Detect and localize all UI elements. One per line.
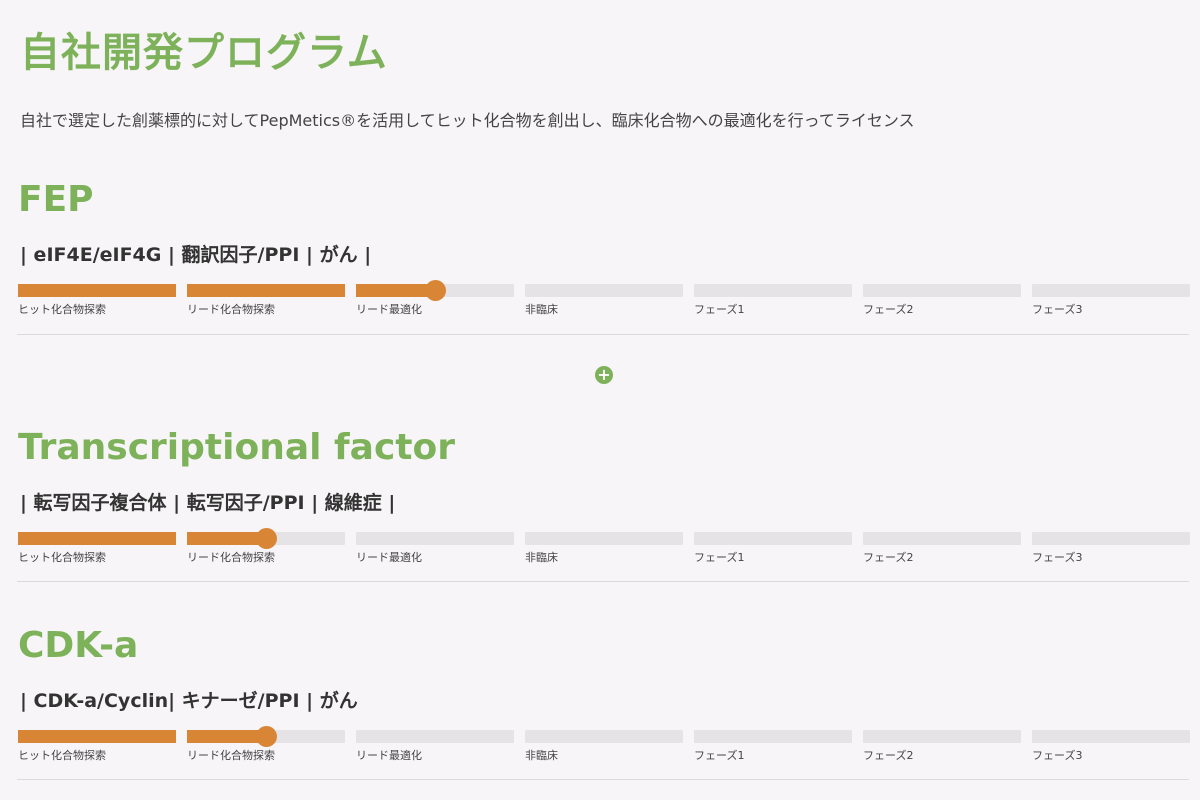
stage-track [525, 730, 683, 743]
stage-label: ヒット化合物探索 [18, 551, 106, 564]
stage-4: フェーズ1 [694, 284, 854, 324]
program-cdk-a: CDK-a | CDK-a/Cyclin| キナーゼ/PPI | がん ヒット化… [0, 624, 1200, 784]
program-name: FEP [18, 179, 94, 220]
stage-track [18, 730, 176, 743]
stage-2: リード最適化 [356, 532, 516, 572]
stage-track [1032, 284, 1190, 297]
stage-track [356, 280, 514, 301]
stage-1: リード化合物探索 [187, 528, 347, 572]
stage-3: 非臨床 [525, 284, 685, 324]
pipeline-progress: ヒット化合物探索 リード化合物探索 リード最適化 非臨床 フェーズ1 フェーズ2 フェーズ3 [0, 726, 1200, 770]
stage-label: フェーズ1 [694, 551, 745, 564]
divider [17, 581, 1189, 582]
stage-track [18, 532, 176, 545]
program-name: Transcriptional factor [18, 427, 455, 468]
pipeline-progress: ヒット化合物探索 リード化合物探索 リード最適化 非臨床 フェーズ1 フェーズ2 フェーズ3 [0, 280, 1200, 324]
progress-marker [256, 726, 277, 747]
stage-label: フェーズ1 [694, 749, 745, 762]
stage-label: ヒット化合物探索 [18, 303, 106, 316]
stage-0: ヒット化合物探索 [18, 284, 178, 324]
program-tags: | eIF4E/eIF4G | 翻訳因子/PPI | がん | [20, 244, 372, 266]
stage-6: フェーズ3 [1032, 284, 1192, 324]
stage-label: 非臨床 [525, 551, 558, 564]
stage-track [356, 532, 514, 545]
stage-track [694, 730, 852, 743]
stage-fill [187, 730, 266, 743]
stage-4: フェーズ1 [694, 532, 854, 572]
stage-label: リード化合物探索 [187, 551, 275, 564]
stage-label: フェーズ2 [863, 749, 914, 762]
stage-track [187, 528, 345, 549]
stage-track [18, 284, 176, 297]
program-tags: | CDK-a/Cyclin| キナーゼ/PPI | がん [20, 690, 358, 712]
stage-track [694, 532, 852, 545]
stage-label: リード最適化 [356, 303, 422, 316]
stage-3: 非臨床 [525, 730, 685, 770]
stage-label: リード化合物探索 [187, 303, 275, 316]
stage-track [1032, 730, 1190, 743]
stage-track [863, 284, 1021, 297]
stage-track [863, 532, 1021, 545]
program-fep: FEP | eIF4E/eIF4G | 翻訳因子/PPI | がん | ヒット化… [0, 178, 1200, 338]
program-tags: | 転写因子複合体 | 転写因子/PPI | 線維症 | [20, 492, 396, 514]
stage-0: ヒット化合物探索 [18, 730, 178, 770]
stage-fill [187, 532, 266, 545]
stage-label: フェーズ1 [694, 303, 745, 316]
stage-0: ヒット化合物探索 [18, 532, 178, 572]
stage-label: 非臨床 [525, 749, 558, 762]
stage-label: フェーズ3 [1032, 551, 1083, 564]
stage-1: リード化合物探索 [187, 726, 347, 770]
program-name: CDK-a [18, 625, 139, 666]
stage-2: リード最適化 [356, 280, 516, 324]
stage-label: 非臨床 [525, 303, 558, 316]
expand-button[interactable]: + [595, 366, 613, 384]
stage-track [187, 284, 345, 297]
pipeline-progress: ヒット化合物探索 リード化合物探索 リード最適化 非臨床 フェーズ1 フェーズ2 フェーズ3 [0, 528, 1200, 572]
stage-label: リード最適化 [356, 551, 422, 564]
stage-track [694, 284, 852, 297]
program-transcriptional-factor: Transcriptional factor | 転写因子複合体 | 転写因子/… [0, 426, 1200, 586]
stage-track [525, 284, 683, 297]
page-intro: 自社で選定した創薬標的に対してPepMetics®を活用してヒット化合物を創出し… [20, 111, 915, 130]
stage-track [863, 730, 1021, 743]
stage-fill [356, 284, 435, 297]
stage-5: フェーズ2 [863, 730, 1023, 770]
stage-fill [18, 284, 176, 297]
stage-6: フェーズ3 [1032, 532, 1192, 572]
stage-4: フェーズ1 [694, 730, 854, 770]
stage-label: フェーズ3 [1032, 749, 1083, 762]
stage-track [356, 730, 514, 743]
stage-label: フェーズ2 [863, 303, 914, 316]
stage-label: フェーズ2 [863, 551, 914, 564]
stage-fill [18, 532, 176, 545]
stage-label: リード最適化 [356, 749, 422, 762]
stage-fill [187, 284, 345, 297]
progress-marker [256, 528, 277, 549]
stage-2: リード最適化 [356, 730, 516, 770]
divider [17, 779, 1189, 780]
divider [17, 334, 1189, 335]
stage-track [1032, 532, 1190, 545]
stage-label: リード化合物探索 [187, 749, 275, 762]
stage-5: フェーズ2 [863, 532, 1023, 572]
progress-marker [425, 280, 446, 301]
stage-fill [18, 730, 176, 743]
stage-3: 非臨床 [525, 532, 685, 572]
stage-track [525, 532, 683, 545]
plus-icon: + [597, 365, 611, 384]
stage-label: フェーズ3 [1032, 303, 1083, 316]
stage-6: フェーズ3 [1032, 730, 1192, 770]
stage-5: フェーズ2 [863, 284, 1023, 324]
stage-track [187, 726, 345, 747]
stage-1: リード化合物探索 [187, 284, 347, 324]
stage-label: ヒット化合物探索 [18, 749, 106, 762]
page-title: 自社開発プログラム [20, 30, 388, 76]
